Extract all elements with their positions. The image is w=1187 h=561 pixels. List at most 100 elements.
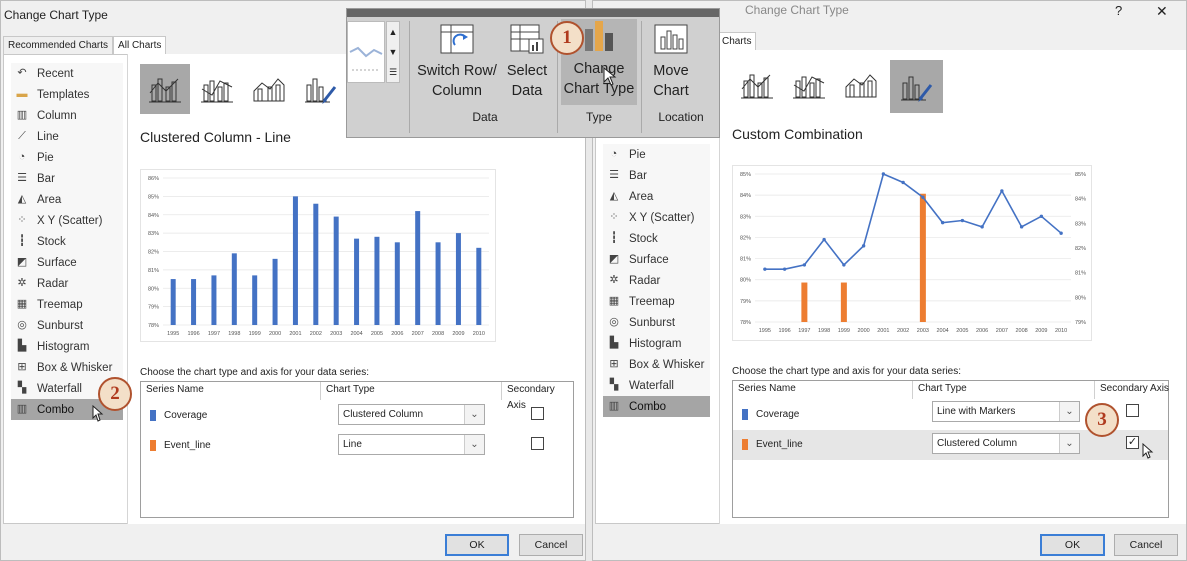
cancel-button[interactable]: Cancel [1114, 534, 1178, 556]
category-treemap[interactable]: ▦ Treemap [11, 294, 123, 315]
category-label: Line [37, 130, 59, 143]
category-sunburst[interactable]: ◎ Sunburst [11, 315, 123, 336]
step-badge-2: 2 [98, 377, 132, 411]
category-x-y-scatter[interactable]: ⁘ X Y (Scatter) [11, 210, 123, 231]
cancel-button[interactable]: Cancel [519, 534, 583, 556]
pie-icon: ◔ [610, 148, 618, 160]
chevron-down-icon[interactable]: ⌄ [464, 405, 484, 424]
chart-type-select[interactable]: Line ⌄ [338, 434, 485, 455]
category-templates[interactable]: ▬ Templates [11, 84, 123, 105]
ok-button[interactable]: OK [1040, 534, 1105, 556]
y-tick-label: 85% [148, 194, 159, 200]
chart-type-select[interactable]: Clustered Column ⌄ [932, 433, 1080, 454]
bar [455, 233, 461, 325]
location-group-label: Location [658, 110, 704, 124]
category-surface[interactable]: ◩ Surface [603, 249, 710, 270]
secondary-axis-checkbox[interactable] [1126, 404, 1139, 417]
category-area[interactable]: ◭ Area [603, 186, 710, 207]
category-box-whisker[interactable]: ⊞ Box & Whisker [603, 354, 710, 375]
secondary-axis-checkbox-checked[interactable]: ✓ [1126, 436, 1139, 449]
stacked-area-column-subtype-icon[interactable] [244, 64, 294, 114]
switch-row-column-button[interactable]: Switch Row/ Column [413, 23, 501, 101]
type-group-label: Type [585, 110, 612, 124]
category-radar[interactable]: ✲ Radar [603, 270, 710, 291]
category-histogram[interactable]: ▙ Histogram [11, 336, 123, 357]
category-label: Pie [629, 148, 646, 161]
y2-tick-label: 80% [1075, 295, 1086, 301]
chart-type-select[interactable]: Clustered Column ⌄ [338, 404, 485, 425]
category-waterfall[interactable]: ▚ Waterfall [603, 375, 710, 396]
tab-all-charts[interactable]: All Charts [113, 36, 167, 55]
category-line[interactable]: ⟋ Line [11, 126, 123, 147]
move-chart-label-1: Move [653, 63, 689, 79]
category-bar[interactable]: ☰ Bar [603, 165, 710, 186]
category-treemap[interactable]: ▦ Treemap [603, 291, 710, 312]
category-sunburst[interactable]: ◎ Sunburst [603, 312, 710, 333]
clustered-column-line-secondary-subtype-icon[interactable] [192, 64, 242, 114]
category-recent[interactable]: ↶ Recent [11, 63, 123, 84]
clustered-column-line-secondary-subtype-icon[interactable] [784, 60, 834, 110]
change-chart-type-label-2: Chart Type [563, 81, 635, 97]
custom-combination-chart: 78% 79% 80% 81% 82% 83% 84% 85% 79% 80% 81% 82% 83% 8… [740, 172, 1086, 334]
category-label: Surface [37, 256, 77, 269]
custom-combination-subtype-icon[interactable] [890, 60, 943, 113]
category-combo[interactable]: ▥ Combo [603, 396, 710, 417]
stacked-area-column-subtype-icon[interactable] [836, 60, 886, 110]
move-chart-button[interactable]: Move Chart [645, 23, 697, 101]
category-x-y-scatter[interactable]: ⁘ X Y (Scatter) [603, 207, 710, 228]
y2-tick-label: 79% [1075, 320, 1086, 326]
category-label: Recent [37, 67, 74, 80]
secondary-axis-checkbox[interactable] [531, 407, 544, 420]
tab-recommended-charts[interactable]: Recommended Charts [3, 36, 114, 55]
waterfall-icon: ▚ [17, 382, 27, 394]
chevron-down-icon[interactable]: ⌄ [464, 435, 484, 454]
chart-category-list: ◔ Pie ☰ Bar ◭ Area ⁘ X Y (Scatter) ┇ Stock ◩ Surfac… [603, 144, 710, 417]
line-marker [1039, 214, 1044, 218]
category-histogram[interactable]: ▙ Histogram [603, 333, 710, 354]
category-label: Pie [37, 151, 54, 164]
bar [919, 193, 926, 322]
line-marker [980, 225, 984, 229]
bar-icon: ☰ [609, 169, 619, 181]
category-bar[interactable]: ☰ Bar [11, 168, 123, 189]
gallery-scroll[interactable]: ▲ ▼ ☰ [386, 21, 400, 83]
secondary-axis-checkbox[interactable] [531, 437, 544, 450]
series-prompt: Choose the chart type and axis for your … [140, 367, 370, 378]
chevron-down-icon[interactable]: ⌄ [1059, 434, 1079, 453]
series-row: Event_line Line ⌄ [141, 431, 573, 461]
category-area[interactable]: ◭ Area [11, 189, 123, 210]
chart-styles-gallery[interactable] [347, 21, 385, 83]
category-label: Box & Whisker [37, 361, 113, 374]
category-pie[interactable]: ◔ Pie [603, 144, 710, 165]
x-tick-label: 2009 [452, 331, 464, 337]
help-icon[interactable]: ? [1115, 3, 1122, 18]
stock-icon: ┇ [18, 235, 26, 247]
category-surface[interactable]: ◩ Surface [11, 252, 123, 273]
step-badge-3: 3 [1085, 403, 1119, 437]
clustered-column-line-subtype-icon[interactable] [732, 60, 782, 110]
bar [170, 279, 176, 325]
x-tick-label: 2008 [1016, 328, 1028, 334]
switch-row-column-label-2: Column [432, 83, 482, 99]
category-label: X Y (Scatter) [37, 214, 103, 227]
category-stock[interactable]: ┇ Stock [11, 231, 123, 252]
secondary-axis-header: Secondary Axis [1100, 383, 1169, 394]
bar [394, 242, 400, 325]
chart-type-select[interactable]: Line with Markers ⌄ [932, 401, 1080, 422]
custom-combination-subtype-icon[interactable] [296, 64, 346, 114]
category-radar[interactable]: ✲ Radar [11, 273, 123, 294]
category-stock[interactable]: ┇ Stock [603, 228, 710, 249]
box-whisker-icon: ⊞ [609, 358, 619, 370]
close-icon[interactable]: ✕ [1156, 3, 1168, 20]
select-data-button[interactable]: Select Data [501, 23, 553, 101]
tab-all-charts[interactable]: Charts [717, 32, 757, 51]
clustered-column-line-subtype-icon[interactable] [140, 64, 190, 114]
category-column[interactable]: ▥ Column [11, 105, 123, 126]
x-tick-label: 2010 [1055, 328, 1067, 334]
category-box-whisker[interactable]: ⊞ Box & Whisker [11, 357, 123, 378]
ok-button[interactable]: OK [445, 534, 509, 556]
bar [801, 282, 808, 322]
category-pie[interactable]: ◔ Pie [11, 147, 123, 168]
chevron-down-icon[interactable]: ⌄ [1059, 402, 1079, 421]
change-chart-type-label-1: Change [573, 61, 625, 77]
